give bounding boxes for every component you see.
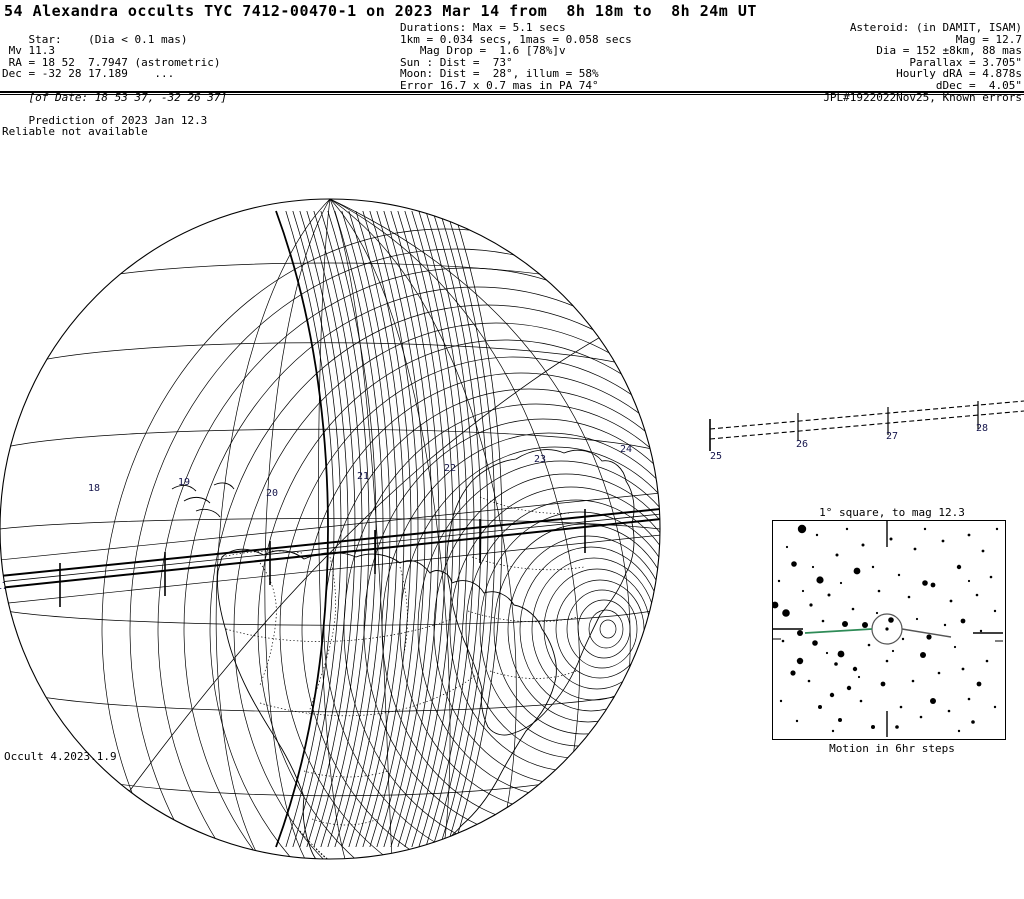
earth-globe [0, 159, 700, 899]
inset-caption-top: 1° square, to mag 12.3 [819, 506, 965, 519]
duration-info-block: Durations: Max = 5.1 secs 1km = 0.034 se… [400, 21, 632, 92]
target-star [885, 627, 889, 631]
software-version-label: Occult 4.2023.1.9 [4, 750, 117, 763]
star-field-inset: 1° square, to mag 12.3 Motion in 6hr ste… [766, 506, 1018, 756]
time-label-18: 18 [88, 483, 101, 494]
header-panel: 54 Alexandra occults TYC 7412-00470-1 on… [0, 0, 1024, 138]
time-label-19: 19 [178, 477, 191, 488]
inset-chart-box [772, 520, 1006, 740]
time-label-20: 20 [266, 488, 279, 499]
inset-edge-ticks-minor [773, 638, 1003, 642]
occultation-map: 17 [0, 99, 1024, 860]
time-label-26: 26 [796, 439, 809, 450]
path-continuation-strip [690, 399, 1024, 489]
strip-svg [709, 400, 1024, 451]
inset-svg [773, 521, 1003, 737]
inset-caption-bottom: Motion in 6hr steps [829, 742, 955, 755]
time-label-25: 25 [710, 451, 723, 462]
time-label-22: 22 [444, 463, 457, 474]
time-label-24: 24 [620, 444, 633, 455]
time-label-28: 28 [976, 423, 989, 434]
time-label-21: 21 [357, 471, 370, 482]
time-label-27: 27 [886, 431, 899, 442]
globe-svg [0, 198, 661, 860]
motion-track-future [804, 628, 873, 634]
page-title: 54 Alexandra occults TYC 7412-00470-1 on… [4, 2, 757, 20]
time-label-23: 23 [534, 454, 547, 465]
motion-track-past [901, 628, 952, 638]
header-divider [0, 91, 1024, 95]
star-info-main: Star: (Dia < 0.1 mas) Mv 11.3 RA = 18 52… [2, 32, 221, 81]
